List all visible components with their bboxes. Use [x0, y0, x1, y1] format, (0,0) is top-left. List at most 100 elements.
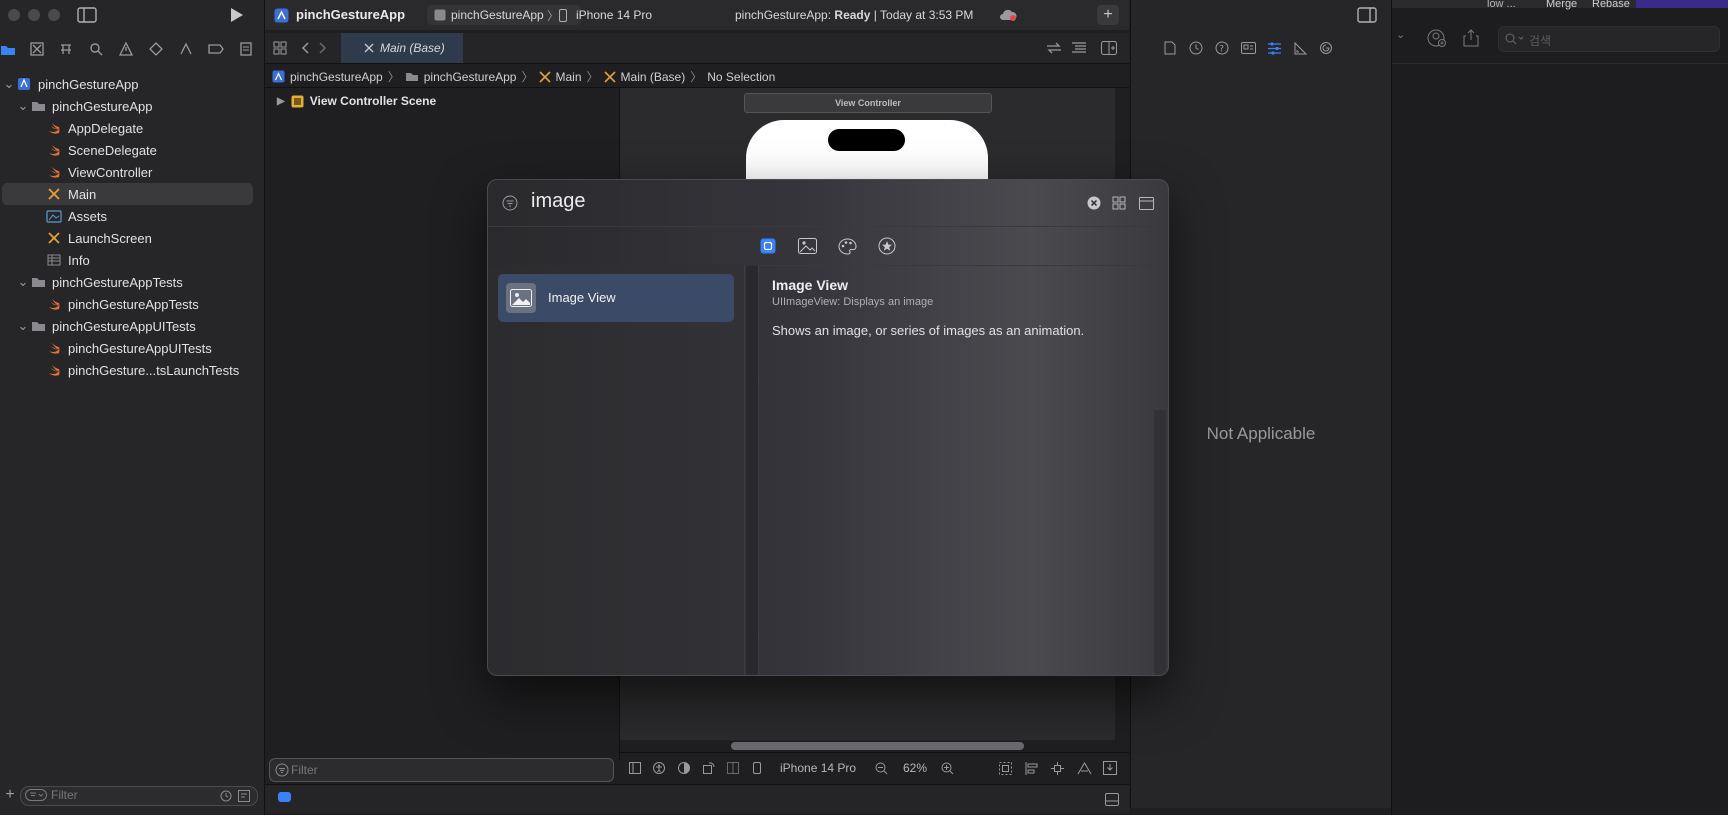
- appearance-icon[interactable]: [677, 761, 691, 775]
- zoom-in-icon[interactable]: [940, 761, 954, 775]
- library-result-image-view[interactable]: Image View: [498, 274, 734, 322]
- canvas-horizontal-scrollbar[interactable]: [731, 742, 1024, 750]
- sidebar-toggle-icon[interactable]: [76, 6, 98, 24]
- share-icon[interactable]: [1461, 28, 1481, 48]
- jumpbar-item-localization[interactable]: Main (Base): [621, 70, 686, 84]
- tree-item[interactable]: Info: [0, 249, 262, 271]
- file-inspector-icon[interactable]: [1162, 40, 1178, 56]
- split-view-icon[interactable]: [726, 761, 740, 775]
- tree-item[interactable]: ViewController: [0, 161, 262, 183]
- media-tab-icon[interactable]: [797, 237, 817, 255]
- outline-filter-field[interactable]: Filter: [269, 758, 614, 782]
- account-icon[interactable]: [1426, 28, 1448, 48]
- jumpbar-item-selection[interactable]: No Selection: [707, 70, 775, 84]
- source-control-navigator-icon[interactable]: [25, 37, 49, 61]
- folder-navigator-icon[interactable]: [0, 37, 20, 61]
- add-editor-icon[interactable]: [1100, 40, 1118, 56]
- resolve-auto-layout-icon[interactable]: [1076, 761, 1092, 775]
- tree-item[interactable]: AppDelegate: [0, 117, 262, 139]
- view-controller-title-bar[interactable]: View Controller: [744, 93, 992, 113]
- breakpoints-toggle-icon[interactable]: [278, 792, 291, 802]
- jumpbar-item-project[interactable]: pinchGestureApp: [290, 70, 383, 84]
- tree-item[interactable]: ⌄ pinchGestureApp: [0, 73, 262, 95]
- chevron-right-icon[interactable]: ▶: [277, 96, 285, 107]
- embed-stack-icon[interactable]: [1102, 760, 1118, 776]
- tree-item[interactable]: Assets: [0, 205, 262, 227]
- tree-item[interactable]: ⌄ pinchGestureApp: [0, 95, 262, 117]
- zoom-window-button[interactable]: [48, 9, 60, 21]
- align-icon[interactable]: [1024, 761, 1038, 775]
- colors-tab-icon[interactable]: [837, 237, 857, 255]
- chevron-down-icon[interactable]: ⌄: [2, 76, 16, 92]
- issue-navigator-icon[interactable]: [114, 37, 138, 61]
- tree-item[interactable]: SceneDelegate: [0, 139, 262, 161]
- close-window-button[interactable]: [8, 9, 20, 21]
- cloud-status-icon[interactable]: [997, 6, 1019, 24]
- objects-tab-icon[interactable]: [759, 237, 777, 255]
- chevron-down-icon[interactable]: ⌄: [1396, 28, 1405, 41]
- connections-inspector-icon[interactable]: [1318, 40, 1334, 56]
- truncated-label[interactable]: low ...: [1487, 0, 1516, 10]
- forward-icon[interactable]: [316, 40, 330, 56]
- tree-item[interactable]: pinchGesture...tsLaunchTests: [0, 359, 262, 381]
- chevron-right-icon: 〉: [387, 70, 400, 84]
- grid-view-icon[interactable]: [1111, 195, 1127, 211]
- zoom-out-icon[interactable]: [874, 761, 888, 775]
- size-inspector-icon[interactable]: [1292, 40, 1308, 56]
- related-items-icon[interactable]: [272, 40, 288, 56]
- search-icon: [1504, 32, 1526, 46]
- symbols-tab-icon[interactable]: [877, 237, 897, 255]
- tree-item[interactable]: LaunchScreen: [0, 227, 262, 249]
- add-icon[interactable]: +: [2, 786, 18, 804]
- chevron-down-icon[interactable]: ⌄: [16, 318, 30, 334]
- find-navigator-icon[interactable]: [84, 37, 108, 61]
- back-icon[interactable]: [298, 40, 312, 56]
- jumpbar-item-file[interactable]: Main: [556, 70, 582, 84]
- detail-scrollbar[interactable]: [1153, 410, 1166, 675]
- tree-item-selected[interactable]: Main: [0, 183, 262, 205]
- symbol-navigator-icon[interactable]: [54, 37, 78, 61]
- jumpbar-item-folder[interactable]: pinchGestureApp: [424, 70, 517, 84]
- attributes-inspector-icon[interactable]: [1266, 40, 1282, 56]
- tree-item[interactable]: ⌄ pinchGestureAppUITests: [0, 315, 262, 337]
- test-navigator-icon[interactable]: [144, 37, 168, 61]
- search-input[interactable]: 검색: [1498, 26, 1720, 52]
- quick-help-icon[interactable]: ?: [1214, 40, 1230, 56]
- rebase-button[interactable]: Rebase: [1592, 0, 1630, 10]
- add-constraints-icon[interactable]: [1050, 761, 1064, 775]
- run-button[interactable]: [225, 5, 247, 25]
- identity-inspector-icon[interactable]: [1240, 40, 1256, 56]
- merge-button[interactable]: Merge: [1546, 0, 1577, 10]
- navigator-filter-field[interactable]: Filter: [20, 786, 258, 806]
- device-selector[interactable]: iPhone 14 Pro: [576, 8, 652, 22]
- chevron-down-icon[interactable]: ⌄: [16, 98, 30, 114]
- outline-item-scene[interactable]: ▶ View Controller Scene: [277, 94, 436, 108]
- tab-main-base[interactable]: Main (Base): [341, 33, 463, 63]
- tree-item[interactable]: ⌄ pinchGestureAppTests: [0, 271, 262, 293]
- chevron-down-icon[interactable]: ⌄: [16, 274, 30, 290]
- breakpoint-navigator-icon[interactable]: [204, 37, 228, 61]
- canvas-device-label[interactable]: iPhone 14 Pro: [780, 761, 856, 775]
- library-search-input[interactable]: image: [531, 190, 585, 213]
- hide-debug-area-icon[interactable]: [1104, 791, 1120, 807]
- detail-view-icon[interactable]: [1138, 195, 1154, 211]
- minimize-window-button[interactable]: [28, 9, 40, 21]
- tree-item[interactable]: pinchGestureAppUITests: [0, 337, 262, 359]
- source-control-filter-icon[interactable]: [237, 789, 251, 803]
- inspector-toggle-icon[interactable]: [1356, 6, 1378, 24]
- filter-options-icon[interactable]: [25, 788, 47, 802]
- editor-options-icon[interactable]: [1070, 40, 1088, 56]
- debug-navigator-icon[interactable]: [174, 37, 198, 61]
- accessibility-icon[interactable]: [652, 761, 666, 775]
- add-library-button[interactable]: +: [1097, 5, 1119, 25]
- tree-item[interactable]: pinchGestureAppTests: [0, 293, 262, 315]
- report-navigator-icon[interactable]: [234, 37, 258, 61]
- recent-files-icon[interactable]: [219, 789, 233, 803]
- clear-search-icon[interactable]: [1086, 195, 1102, 211]
- project-icon: [16, 76, 32, 92]
- orientation-icon[interactable]: [702, 761, 716, 775]
- embed-in-icon[interactable]: [998, 761, 1012, 775]
- refresh-icon[interactable]: [1045, 40, 1063, 56]
- history-inspector-icon[interactable]: [1188, 40, 1204, 56]
- hide-outline-icon[interactable]: [628, 761, 642, 775]
